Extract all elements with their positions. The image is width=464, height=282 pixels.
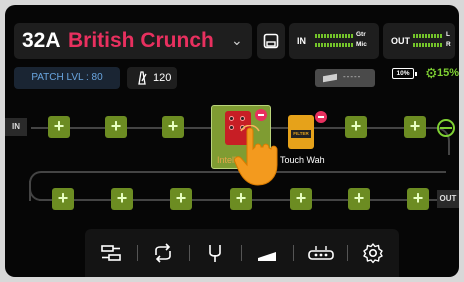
- expression-button[interactable]: [243, 229, 291, 277]
- touch-wah-pedal[interactable]: FILTER: [288, 115, 314, 149]
- metronome-icon: [138, 71, 147, 85]
- empty-slot-add-button[interactable]: +: [52, 188, 74, 210]
- output-level-meter[interactable]: OUT L R: [383, 23, 455, 59]
- tuner-icon: [209, 245, 221, 262]
- filter-panel-label: FILTER: [291, 130, 311, 138]
- empty-slot-add-button[interactable]: +: [162, 116, 184, 138]
- empty-slot-add-button[interactable]: +: [48, 116, 70, 138]
- save-icon: [263, 33, 279, 49]
- knob-icon: [229, 116, 234, 121]
- input-meter-ch2-label: Mic: [356, 41, 367, 48]
- device-screen: 32A British Crunch ⌄ IN Gtr Mic OUT L R …: [5, 5, 459, 277]
- routing-icon: [101, 245, 121, 261]
- footswitch-icon: [308, 246, 334, 260]
- looper-button[interactable]: [139, 229, 187, 277]
- expression-value: -----: [343, 72, 362, 81]
- toolbar-divider: [347, 245, 348, 261]
- input-meter-tag: IN: [297, 36, 306, 46]
- output-meter-ch1-label: L: [446, 31, 450, 38]
- tempo-button[interactable]: 120: [127, 67, 177, 89]
- empty-slot-add-button[interactable]: +: [170, 188, 192, 210]
- settings-button[interactable]: [349, 229, 397, 277]
- input-level-meter[interactable]: IN Gtr Mic: [289, 23, 379, 59]
- remove-effect-button[interactable]: [255, 109, 267, 121]
- tuner-button[interactable]: [191, 229, 239, 277]
- toolbar-divider: [137, 245, 138, 261]
- looper-icon: [155, 243, 171, 263]
- tap-hand-icon: [234, 125, 278, 186]
- empty-slot-add-button[interactable]: +: [290, 188, 312, 210]
- patch-level-button[interactable]: PATCH LVL : 80: [14, 67, 120, 89]
- cpu-gear-icon: ⚙: [425, 65, 438, 81]
- output-meter-ch2-label: R: [446, 41, 451, 48]
- output-meter-bar-1: [413, 34, 443, 38]
- save-button[interactable]: [257, 23, 285, 59]
- preset-name: British Crunch: [68, 29, 214, 52]
- input-meter-bar-1: [315, 34, 353, 38]
- cpu-usage: 15%: [437, 67, 459, 79]
- toolbar-divider: [293, 245, 294, 261]
- empty-slot-add-button[interactable]: +: [111, 188, 133, 210]
- chain-split-icon[interactable]: [437, 119, 455, 137]
- effect-label: Touch Wah: [280, 155, 325, 165]
- chain-input-tag: IN: [5, 118, 27, 136]
- expression-pedal-status[interactable]: -----: [315, 69, 375, 87]
- output-meter-bar-2: [413, 43, 443, 47]
- tempo-value: 120: [153, 72, 172, 84]
- output-meter-tag: OUT: [391, 36, 410, 46]
- remove-effect-button[interactable]: [315, 111, 327, 123]
- bottom-toolbar: [85, 229, 399, 277]
- empty-slot-add-button[interactable]: +: [345, 116, 367, 138]
- empty-slot-add-button[interactable]: +: [348, 188, 370, 210]
- input-meter-ch1-label: Gtr: [356, 31, 366, 38]
- chevron-down-icon: ⌄: [231, 32, 243, 48]
- chain-output-tag: OUT: [437, 190, 459, 208]
- empty-slot-add-button[interactable]: +: [404, 116, 426, 138]
- routing-button[interactable]: [87, 229, 135, 277]
- footswitch-button[interactable]: [295, 229, 343, 277]
- toolbar-divider: [241, 245, 242, 261]
- preset-number: 32A: [22, 29, 61, 52]
- empty-slot-add-button[interactable]: +: [407, 188, 429, 210]
- empty-slot-add-button[interactable]: +: [105, 116, 127, 138]
- input-meter-bar-2: [315, 43, 353, 47]
- empty-slot-add-button[interactable]: +: [230, 188, 252, 210]
- expression-pedal-icon: [323, 73, 337, 83]
- battery-indicator: 10%: [392, 68, 417, 79]
- settings-icon: [363, 243, 383, 264]
- knob-icon: [240, 116, 245, 121]
- expression-pedal-icon: [258, 252, 276, 261]
- preset-selector[interactable]: 32A British Crunch ⌄: [14, 23, 252, 59]
- toolbar-divider: [189, 245, 190, 261]
